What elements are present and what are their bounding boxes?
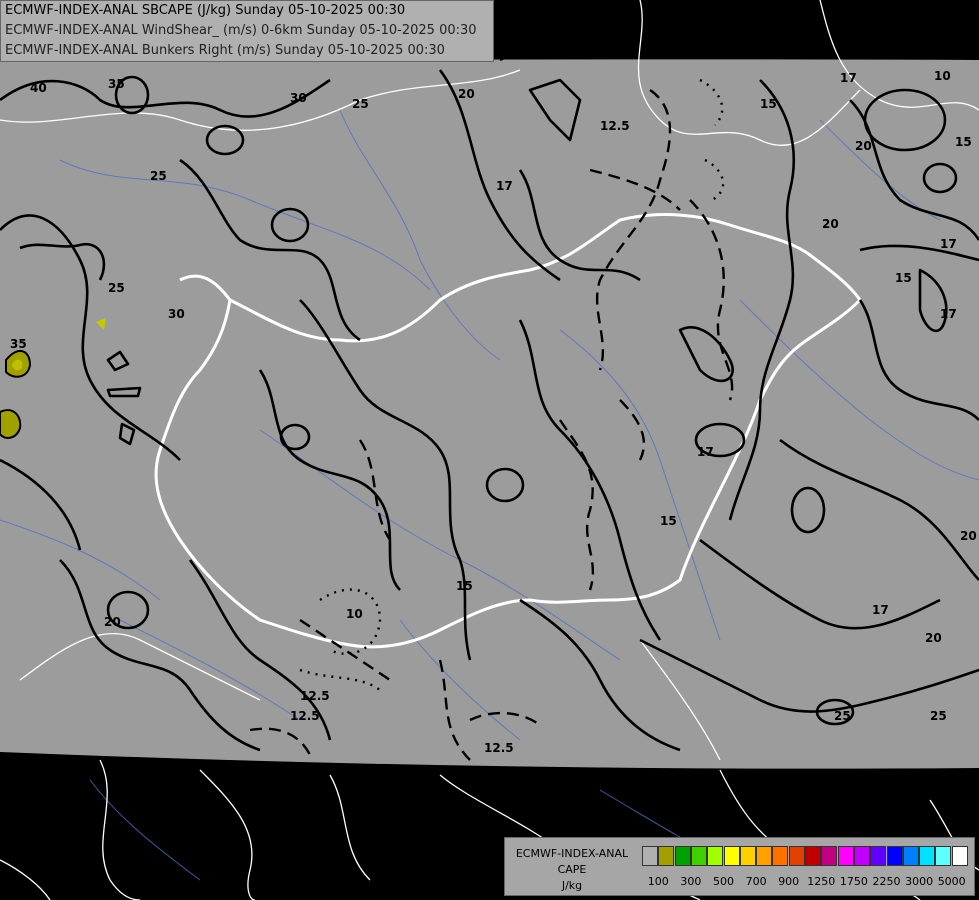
legend-swatch bbox=[805, 846, 821, 866]
data-domain bbox=[0, 59, 979, 769]
contour-label: 25 bbox=[108, 281, 125, 295]
contour-label: 12.5 bbox=[290, 709, 320, 723]
legend-swatch bbox=[690, 846, 707, 866]
legend-tick-label: 5000 bbox=[937, 875, 966, 888]
legend-swatch bbox=[707, 846, 724, 866]
contour-label: 30 bbox=[168, 307, 185, 321]
legend-tick-label: 1250 bbox=[807, 875, 836, 888]
contour-label: 40 bbox=[30, 81, 47, 95]
contour-label: 17 bbox=[872, 603, 889, 617]
legend-swatch bbox=[886, 846, 903, 866]
legend-tick-label: 900 bbox=[778, 875, 800, 888]
contour-label: 12.5 bbox=[484, 741, 514, 755]
contour-label: 20 bbox=[925, 631, 942, 645]
legend-title-unit: J/kg bbox=[561, 879, 583, 892]
header-line-bunkers: ECMWF-INDEX-ANAL Bunkers Right (m/s) Sun… bbox=[5, 43, 445, 58]
contour-label: 17 bbox=[940, 237, 957, 251]
header-line-windshear: ECMWF-INDEX-ANAL WindShear_ (m/s) 0-6km … bbox=[5, 23, 477, 38]
contour-label: 15 bbox=[895, 271, 912, 285]
legend-tick-label: 700 bbox=[745, 875, 767, 888]
contour-label: 17 bbox=[940, 307, 957, 321]
legend-swatch bbox=[902, 846, 919, 866]
legend-swatch bbox=[772, 846, 789, 866]
legend-swatch bbox=[658, 846, 675, 866]
legend-swatch bbox=[756, 846, 773, 866]
legend-tick-label: 3000 bbox=[905, 875, 934, 888]
contour-label: 25 bbox=[930, 709, 947, 723]
contour-label: 25 bbox=[352, 97, 369, 111]
legend-tick-label: 2250 bbox=[872, 875, 901, 888]
contour-label: 30 bbox=[290, 91, 307, 105]
contour-label: 15 bbox=[760, 97, 777, 111]
legend-swatch bbox=[919, 846, 936, 866]
legend-swatch bbox=[837, 846, 854, 866]
contour-label: 12.5 bbox=[300, 689, 330, 703]
contour-label: 15 bbox=[660, 514, 677, 528]
legend-swatch bbox=[723, 846, 740, 866]
contour-label: 35 bbox=[108, 77, 125, 91]
legend-title-field: CAPE bbox=[557, 863, 587, 876]
contour-label: 17 bbox=[697, 445, 714, 459]
contour-label: 25 bbox=[150, 169, 167, 183]
contour-label: 25 bbox=[834, 709, 851, 723]
legend-tick-label: 500 bbox=[713, 875, 734, 888]
legend-title: ECMWF-INDEX-ANAL CAPE J/kg bbox=[505, 846, 639, 894]
legend-tick-label: 1750 bbox=[839, 875, 868, 888]
legend-swatch bbox=[788, 846, 805, 866]
contour-label: 10 bbox=[346, 607, 363, 621]
contour-label: 17 bbox=[840, 71, 857, 85]
contour-label: 35 bbox=[10, 337, 27, 351]
legend-swatch bbox=[674, 846, 691, 866]
contour-label: 10 bbox=[934, 69, 951, 83]
contour-label: 20 bbox=[822, 217, 839, 231]
legend-swatch bbox=[935, 846, 952, 866]
legend-swatch bbox=[853, 846, 870, 866]
legend-tick-label: 100 bbox=[647, 875, 669, 888]
legend-swatch bbox=[642, 846, 658, 866]
contour-label: 20 bbox=[458, 87, 475, 101]
map-header: ECMWF-INDEX-ANAL SBCAPE (J/kg) Sunday 05… bbox=[0, 0, 494, 62]
contour-label: 15 bbox=[456, 579, 473, 593]
contour-label: 17 bbox=[496, 179, 513, 193]
contour-label: 20 bbox=[960, 529, 977, 543]
legend-swatch bbox=[870, 846, 887, 866]
contour-label: 12.5 bbox=[600, 119, 630, 133]
cape-shear-map: 40 35 30 25 20 17 15 12.5 10 15 20 25 30… bbox=[0, 0, 979, 900]
header-line-cape: ECMWF-INDEX-ANAL SBCAPE (J/kg) Sunday 05… bbox=[5, 3, 406, 18]
legend-swatch bbox=[739, 846, 756, 866]
legend-swatch bbox=[951, 846, 968, 866]
legend-title-model: ECMWF-INDEX-ANAL bbox=[515, 847, 629, 860]
legend-tick-label: 300 bbox=[680, 875, 702, 888]
contour-label: 20 bbox=[104, 615, 121, 629]
contour-label: 20 bbox=[855, 139, 872, 153]
contour-label: 15 bbox=[955, 135, 972, 149]
legend-swatch bbox=[821, 846, 838, 866]
cape-legend: ECMWF-INDEX-ANAL CAPE J/kg 100 300 500 700 9… bbox=[504, 837, 975, 896]
